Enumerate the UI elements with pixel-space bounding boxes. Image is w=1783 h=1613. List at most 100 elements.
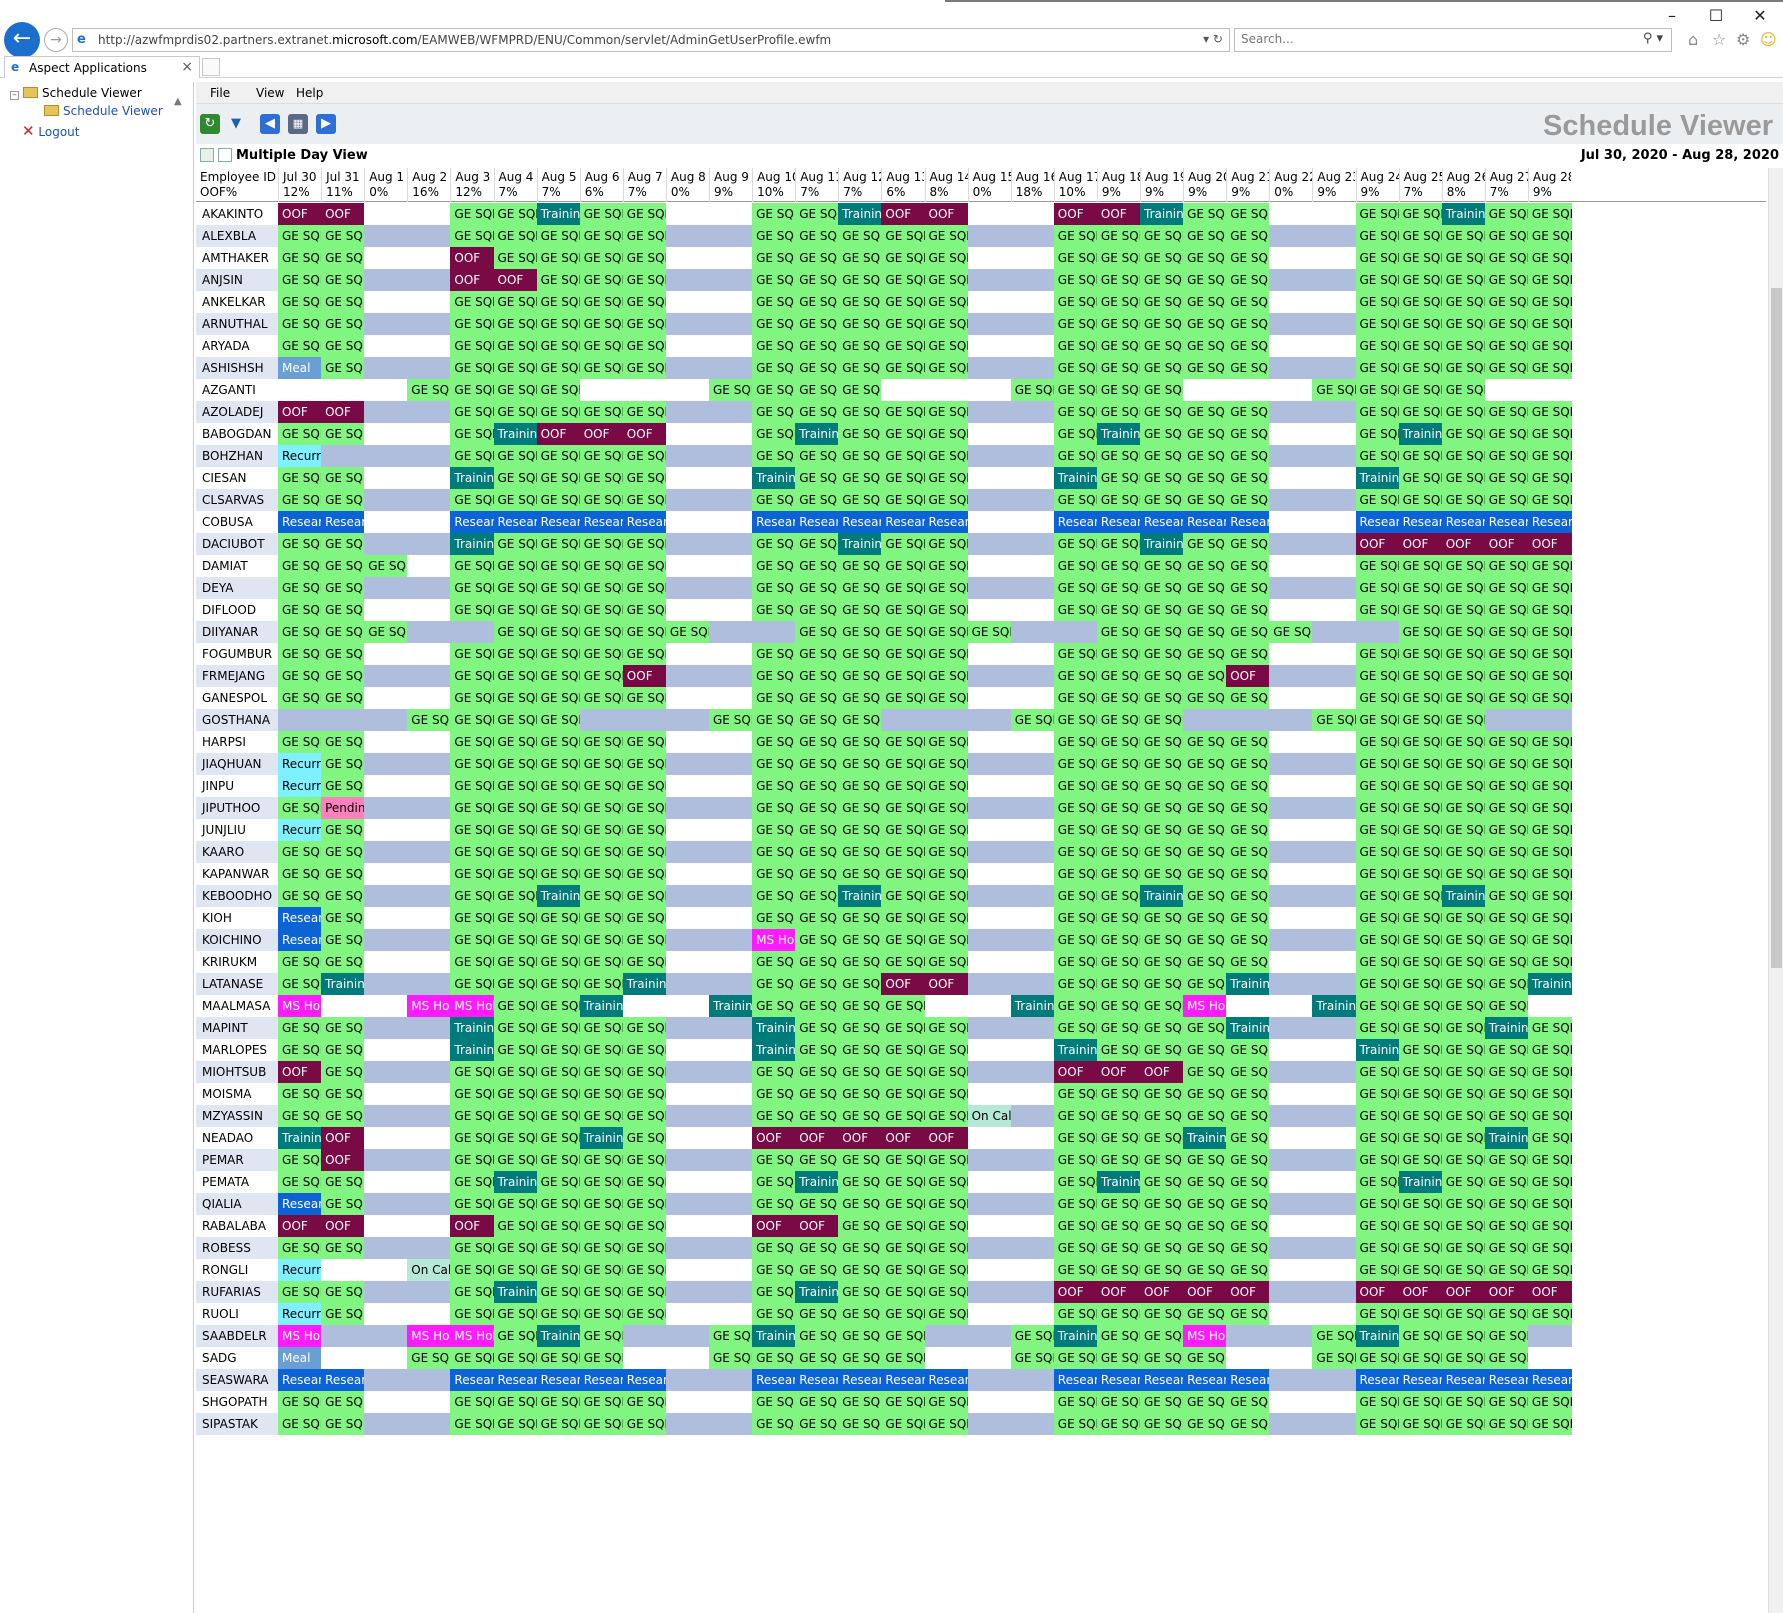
schedule-cell[interactable]: GE SQL	[579, 841, 624, 863]
schedule-cell[interactable]	[1527, 709, 1572, 731]
schedule-cell[interactable]: GE SQL	[407, 709, 451, 731]
schedule-cell[interactable]: GE SQL	[579, 269, 624, 291]
schedule-cell[interactable]: GE SQL	[493, 1193, 538, 1215]
schedule-cell[interactable]: GE SQL	[450, 1347, 495, 1369]
schedule-cell[interactable]	[407, 247, 451, 269]
schedule-cell[interactable]: GE SQL	[1183, 1215, 1227, 1237]
schedule-cell[interactable]	[1269, 863, 1313, 885]
schedule-cell[interactable]: MS Holi	[450, 995, 495, 1017]
schedule-cell[interactable]: Researc	[752, 511, 796, 533]
schedule-cell[interactable]: GE SQL	[752, 379, 796, 401]
schedule-cell[interactable]	[967, 1325, 1012, 1347]
schedule-cell[interactable]: GE SQL	[752, 841, 796, 863]
schedule-cell[interactable]: GE SQL	[321, 291, 365, 313]
schedule-cell[interactable]: GE SQL	[881, 291, 926, 313]
new-tab-button[interactable]	[202, 58, 220, 76]
schedule-cell[interactable]: GE SQL	[1484, 599, 1529, 621]
schedule-cell[interactable]: GE SQL	[752, 731, 796, 753]
schedule-cell[interactable]: GE SQL	[579, 951, 624, 973]
schedule-cell[interactable]: GE SQL	[1140, 1017, 1184, 1039]
schedule-cell[interactable]	[1312, 555, 1357, 577]
schedule-cell[interactable]: Training	[1226, 1017, 1270, 1039]
schedule-cell[interactable]: GE SQL	[795, 467, 839, 489]
schedule-cell[interactable]	[1312, 1259, 1357, 1281]
schedule-cell[interactable]: GE SQL	[924, 269, 969, 291]
schedule-cell[interactable]: GE SQL	[450, 1413, 495, 1435]
schedule-cell[interactable]: Researc	[536, 1369, 581, 1391]
schedule-cell[interactable]: GE SQL	[881, 1193, 926, 1215]
schedule-cell[interactable]	[407, 1171, 451, 1193]
schedule-cell[interactable]: GE SQL	[579, 1259, 624, 1281]
schedule-cell[interactable]: GE SQL	[1441, 1083, 1486, 1105]
schedule-cell[interactable]: GE SQL	[1484, 313, 1529, 335]
schedule-cell[interactable]: GE SQL	[795, 687, 839, 709]
schedule-cell[interactable]: GE SQL	[1226, 841, 1270, 863]
schedule-cell[interactable]	[407, 885, 451, 907]
schedule-cell[interactable]	[622, 379, 667, 401]
header-date-column[interactable]: Aug 148%	[924, 168, 968, 202]
schedule-cell[interactable]: GE SQL-	[278, 335, 322, 357]
schedule-cell[interactable]: GE SQL	[536, 973, 581, 995]
schedule-cell[interactable]: GE SQL	[1398, 1325, 1443, 1347]
schedule-cell[interactable]	[1312, 269, 1357, 291]
schedule-cell[interactable]: Training	[1053, 1325, 1098, 1347]
employee-id-cell[interactable]: AZOLADEJ	[196, 401, 288, 423]
schedule-cell[interactable]	[1010, 1127, 1055, 1149]
schedule-cell[interactable]	[665, 1303, 710, 1325]
schedule-cell[interactable]: GE SQL	[795, 225, 839, 247]
schedule-cell[interactable]: OOF	[795, 1127, 839, 1149]
tab-aspect-applications[interactable]: e Aspect Applications ×	[4, 56, 200, 78]
schedule-cell[interactable]: GE SQL	[407, 1347, 451, 1369]
schedule-cell[interactable]: Recurrin	[278, 1259, 322, 1281]
schedule-cell[interactable]: GE SQL	[1183, 467, 1227, 489]
employee-id-cell[interactable]: LATANASE	[196, 973, 288, 995]
schedule-cell[interactable]: GE SQL	[1527, 819, 1572, 841]
employee-id-cell[interactable]: QIALIA	[196, 1193, 288, 1215]
schedule-cell[interactable]: GE SQL-	[278, 731, 322, 753]
schedule-cell[interactable]: OOF	[1527, 533, 1572, 555]
schedule-cell[interactable]	[709, 1193, 753, 1215]
schedule-cell[interactable]: GE SQL	[1441, 1325, 1486, 1347]
schedule-cell[interactable]: GE SQL	[493, 907, 538, 929]
schedule-cell[interactable]	[709, 687, 753, 709]
schedule-cell[interactable]: GE SQL	[579, 819, 624, 841]
schedule-cell[interactable]	[1312, 599, 1357, 621]
schedule-cell[interactable]: GE SQL	[924, 1171, 969, 1193]
schedule-cell[interactable]	[364, 1391, 408, 1413]
schedule-cell[interactable]	[1269, 577, 1313, 599]
schedule-cell[interactable]: GE SQL	[1053, 863, 1098, 885]
schedule-cell[interactable]: GE SQL	[924, 313, 969, 335]
schedule-cell[interactable]: GE SQL	[579, 489, 624, 511]
schedule-cell[interactable]: Training	[1484, 1017, 1529, 1039]
schedule-cell[interactable]: GE SQL	[1226, 599, 1270, 621]
schedule-cell[interactable]	[1355, 621, 1400, 643]
schedule-cell[interactable]: GE SQL	[838, 1303, 882, 1325]
schedule-cell[interactable]: GE SQL	[321, 1171, 365, 1193]
schedule-cell[interactable]	[1010, 1171, 1055, 1193]
schedule-cell[interactable]: GE SQL	[1140, 951, 1184, 973]
schedule-cell[interactable]: GE SQL	[321, 1105, 365, 1127]
schedule-cell[interactable]: GE SQL	[924, 643, 969, 665]
employee-id-cell[interactable]: KEBOODHO	[196, 885, 288, 907]
schedule-cell[interactable]: GE SQL	[622, 489, 667, 511]
schedule-cell[interactable]: GE SQL	[752, 907, 796, 929]
schedule-cell[interactable]	[665, 269, 710, 291]
schedule-cell[interactable]: GE SQL	[1527, 599, 1572, 621]
schedule-cell[interactable]: GE SQL	[493, 445, 538, 467]
employee-id-cell[interactable]: PEMAR	[196, 1149, 288, 1171]
schedule-cell[interactable]: GE SQL	[1527, 423, 1572, 445]
schedule-cell[interactable]	[364, 819, 408, 841]
schedule-cell[interactable]: GE SQL	[838, 357, 882, 379]
schedule-cell[interactable]	[665, 1237, 710, 1259]
schedule-cell[interactable]: GE SQL	[838, 269, 882, 291]
schedule-cell[interactable]: GE SQL	[1398, 1061, 1443, 1083]
schedule-cell[interactable]: GE SQL	[1140, 621, 1184, 643]
schedule-cell[interactable]	[1010, 1149, 1055, 1171]
schedule-cell[interactable]: Training	[838, 885, 882, 907]
schedule-cell[interactable]: GE SQL	[838, 445, 882, 467]
schedule-cell[interactable]: GE SQL	[752, 885, 796, 907]
schedule-cell[interactable]: GE SQL	[1140, 797, 1184, 819]
schedule-cell[interactable]: GE SQL	[1140, 1127, 1184, 1149]
schedule-cell[interactable]: GE SQL	[1441, 225, 1486, 247]
schedule-cell[interactable]	[709, 1303, 753, 1325]
